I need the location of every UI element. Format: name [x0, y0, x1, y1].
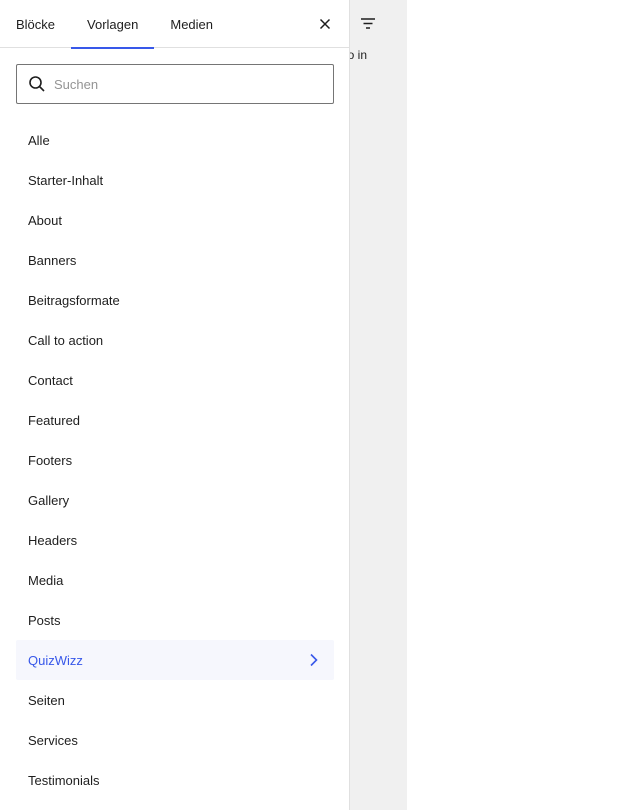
category-item[interactable]: Starter-Inhalt [16, 160, 334, 200]
category-item[interactable]: Testimonials [16, 760, 334, 800]
search-box [16, 64, 334, 104]
category-label: Services [28, 732, 78, 748]
inserter-panel: Blöcke Vorlagen Medien Alle Starter-Inha… [0, 0, 350, 810]
close-button[interactable] [313, 12, 337, 36]
category-label: Footers [28, 452, 73, 468]
category-item[interactable]: Seiten [16, 680, 334, 720]
close-icon [319, 18, 331, 30]
category-item[interactable]: Posts [16, 600, 334, 640]
category-item[interactable]: QuizWizz [16, 640, 334, 680]
category-item[interactable]: Headers [16, 520, 334, 560]
filter-button[interactable] [356, 12, 380, 36]
search-input[interactable] [54, 76, 314, 92]
category-item[interactable]: Call to action [16, 320, 334, 360]
category-item[interactable]: Services [16, 720, 334, 760]
category-label: Call to action [28, 332, 104, 348]
category-label: Media [28, 572, 64, 588]
category-item[interactable]: Media [16, 560, 334, 600]
category-label: Headers [28, 532, 78, 548]
category-label: Contact [28, 372, 73, 388]
category-label: About [28, 212, 62, 228]
tab-blocks[interactable]: Blöcke [0, 0, 71, 48]
category-label: Beitragsformate [28, 292, 120, 308]
category-label: QuizWizz [28, 652, 83, 668]
category-label: Featured [28, 412, 81, 428]
background-text-fragment: o in [350, 48, 367, 62]
category-item[interactable]: Alle [16, 120, 334, 160]
category-label: Testimonials [28, 772, 100, 788]
tab-media[interactable]: Medien [154, 0, 229, 48]
category-label: Banners [28, 252, 77, 268]
category-item[interactable]: Featured [16, 400, 334, 440]
category-item[interactable]: About [16, 200, 334, 240]
category-item[interactable]: Footers [16, 440, 334, 480]
category-label: Posts [28, 612, 61, 628]
category-label: Seiten [28, 692, 65, 708]
pattern-category-list: Alle Starter-Inhalt About Banners Beitra… [16, 120, 334, 800]
chevron-right-icon [304, 651, 322, 669]
tab-patterns[interactable]: Vorlagen [71, 0, 155, 49]
editor-canvas-strip: o in [350, 0, 407, 810]
inserter-tabs: Blöcke Vorlagen Medien [0, 0, 350, 49]
filter-icon [361, 18, 375, 29]
search-icon [29, 76, 45, 92]
category-label: Gallery [28, 492, 70, 508]
category-label: Starter-Inhalt [28, 172, 104, 188]
category-item[interactable]: Banners [16, 240, 334, 280]
category-item[interactable]: Gallery [16, 480, 334, 520]
category-item[interactable]: Beitragsformate [16, 280, 334, 320]
category-item[interactable]: Contact [16, 360, 334, 400]
category-label: Alle [28, 132, 50, 148]
